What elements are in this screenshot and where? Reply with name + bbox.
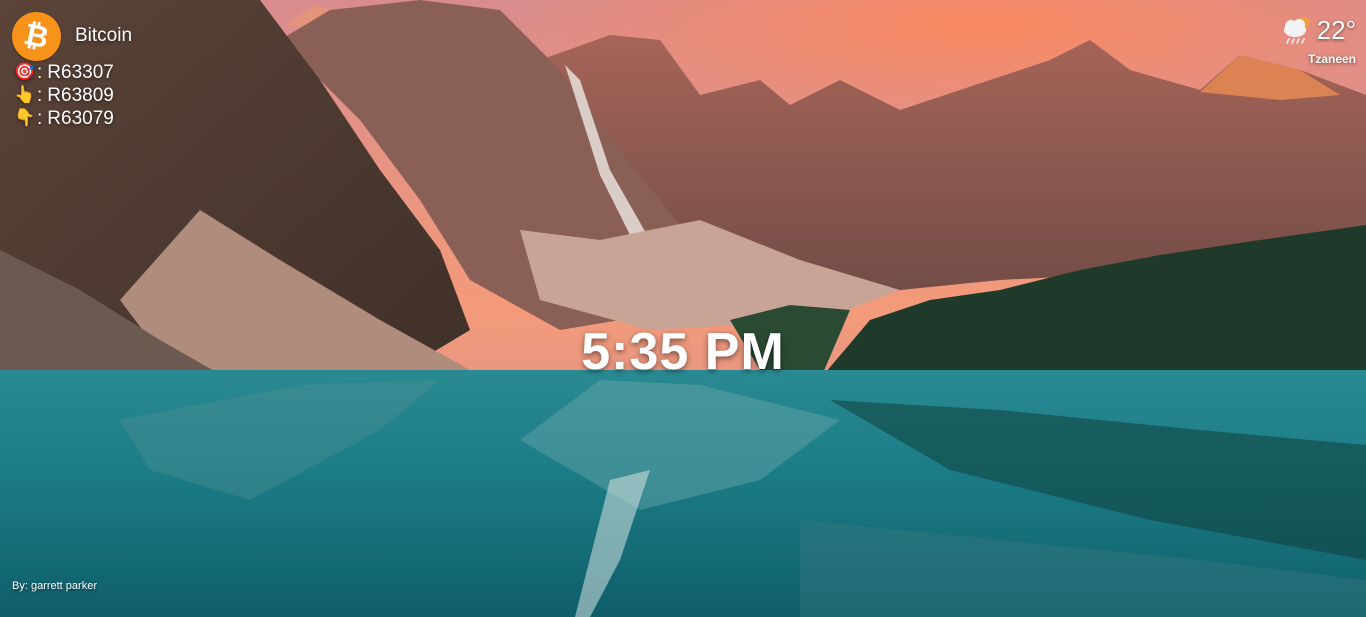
target-icon: 🎯 (14, 62, 36, 82)
crypto-header: ₿ Bitcoin (12, 12, 132, 61)
weather-temperature: 22° (1316, 15, 1356, 45)
clock-time: 5:35 PM (581, 323, 785, 381)
bitcoin-icon: ₿ (12, 12, 61, 61)
price-current-value: R63307 (47, 62, 114, 83)
weather-widget: 22° Tzaneen (1279, 12, 1356, 66)
pointing-down-icon: 👇 (14, 108, 36, 128)
price-low-row: 👇 : R63079 (14, 107, 132, 130)
photo-credit[interactable]: By: garrett parker (12, 580, 97, 592)
background-image (0, 0, 1366, 617)
price-current-row: 🎯 : R63307 (14, 61, 132, 84)
crypto-widget: ₿ Bitcoin 🎯 : R63307 👆 : R63809 👇 : R630… (12, 12, 132, 130)
price-low-value: R63079 (47, 108, 114, 129)
weather-city: Tzaneen (1307, 52, 1356, 66)
price-high-value: R63809 (47, 85, 114, 106)
bitcoin-logo-symbol: ₿ (20, 16, 53, 57)
crypto-name: Bitcoin (75, 24, 133, 46)
price-separator: : (37, 108, 43, 129)
weather-summary: 22° (1279, 12, 1356, 48)
price-separator: : (37, 85, 43, 106)
pointing-up-icon: 👆 (14, 85, 36, 105)
price-separator: : (37, 62, 43, 83)
cloud-rain-sun-icon (1283, 17, 1309, 44)
price-high-row: 👆 : R63809 (14, 84, 132, 107)
